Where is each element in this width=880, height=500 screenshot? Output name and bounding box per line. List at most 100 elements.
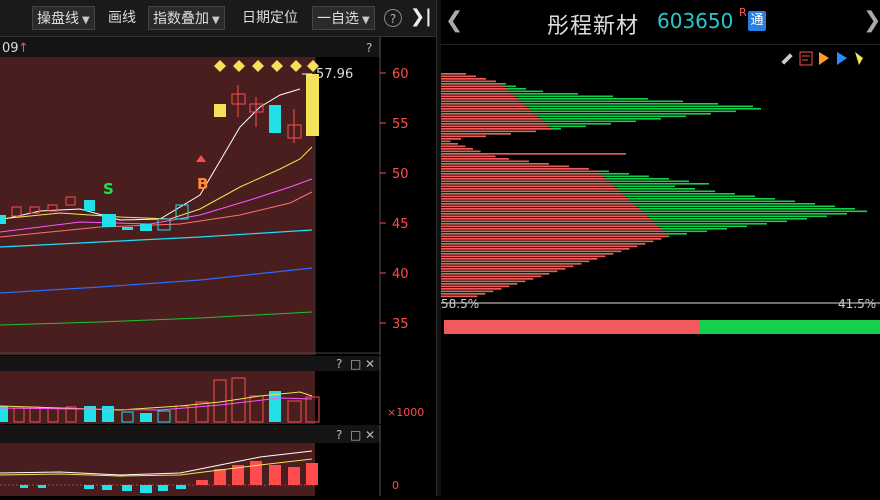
chip-bar — [441, 255, 606, 258]
chip-bar — [441, 173, 601, 175]
candle — [269, 105, 281, 133]
next-stock-icon[interactable]: ❯ — [863, 8, 880, 33]
chip-bar — [441, 218, 651, 220]
chip-bar — [441, 118, 541, 120]
chip-bar — [441, 243, 646, 245]
up-arrow-icon: ↑ — [18, 41, 29, 56]
connect-badge: 通 — [748, 11, 766, 31]
chip-bar — [441, 83, 502, 85]
chart-background — [0, 57, 315, 355]
loss-ratio-fill — [699, 320, 880, 334]
yaxis-tick: 55 — [392, 117, 409, 132]
chip-bar — [441, 183, 612, 185]
stock-header: ❮ 彤程新材 603650 R 通 ❯ — [441, 0, 880, 45]
chip-bar — [441, 170, 599, 173]
chip-bar — [441, 208, 640, 210]
chip-bar — [441, 290, 494, 293]
axis-zero-label: 0 — [392, 479, 399, 492]
chip-bar — [441, 150, 481, 153]
sell-signal: S — [103, 180, 114, 198]
chip-bar — [441, 213, 645, 215]
panel-help-icon[interactable]: ? — [336, 357, 342, 371]
chip-bar — [441, 133, 511, 135]
drawline-dropdown[interactable]: 操盘线 ▼ — [32, 6, 95, 30]
chip-bar — [441, 293, 486, 295]
chip-bar — [441, 275, 542, 278]
chip-bar — [441, 190, 621, 193]
chip-bar — [441, 200, 632, 203]
chip-bar — [441, 138, 461, 140]
chip-bar — [441, 85, 505, 88]
chevron-down-icon: ▼ — [362, 15, 370, 26]
chip-bar — [441, 145, 466, 148]
help-icon[interactable]: ? — [384, 9, 402, 27]
chip-bar — [441, 198, 629, 200]
yaxis-tick: 50 — [392, 167, 409, 182]
date-locate-button[interactable]: 日期定位 — [238, 6, 302, 30]
chip-bar — [441, 108, 530, 110]
chip-bar — [441, 105, 527, 108]
overlay-dropdown[interactable]: 指数叠加 ▼ — [148, 6, 225, 30]
chip-bar — [441, 238, 662, 240]
candle — [84, 200, 95, 211]
chip-bar — [441, 225, 659, 228]
chip-bar — [441, 270, 558, 273]
chip-bar — [441, 140, 451, 143]
flag-yellow-icon[interactable] — [855, 52, 863, 65]
candle — [214, 104, 226, 117]
close-icon[interactable]: ✕ — [365, 357, 375, 371]
chip-toolbar[interactable] — [781, 51, 863, 66]
chip-bar — [441, 80, 496, 83]
chip-bar — [441, 233, 667, 235]
chip-bar — [441, 128, 552, 130]
volume-panel[interactable]: ? □ ✕ ×1000 — [0, 356, 436, 424]
panel-header — [0, 356, 380, 371]
maximize-icon[interactable]: □ — [350, 428, 361, 442]
chip-bar — [441, 135, 486, 138]
chip-bar — [441, 178, 607, 180]
stock-code: 603650 — [657, 9, 734, 33]
chart-toolbar: 操盘线 ▼ 画线 指数叠加 ▼ 日期定位 一自选 ▼ ? ❯| — [0, 0, 436, 37]
chip-bar — [441, 100, 522, 103]
flag-blue-icon[interactable] — [837, 52, 847, 65]
watchlist-label: 一自选 — [317, 11, 359, 27]
chip-bar — [441, 253, 614, 255]
drawline-label: 操盘线 — [37, 11, 79, 27]
chip-bar — [441, 220, 654, 223]
chart-header-bar — [0, 37, 380, 57]
chip-bar — [441, 288, 502, 290]
chip-bar — [441, 168, 589, 170]
chip-bar — [441, 263, 582, 265]
candle — [306, 74, 319, 136]
buy-signal: B — [197, 175, 208, 193]
chip-bars — [441, 73, 867, 298]
panel-header — [0, 425, 380, 443]
panel-help-icon[interactable]: ? — [336, 428, 342, 442]
chip-bar — [441, 113, 535, 115]
yaxis-tick-marks — [380, 72, 386, 324]
maximize-icon[interactable]: □ — [350, 357, 361, 371]
panel-background — [0, 443, 315, 496]
close-icon[interactable]: ✕ — [365, 428, 375, 442]
chip-bar — [441, 88, 508, 90]
draw-button[interactable]: 画线 — [104, 6, 140, 30]
chip-mode-icon[interactable] — [799, 51, 813, 66]
kline-chart[interactable]: 57.96 B S 09 ↑ ? 60 55 50 45 40 35 — [0, 37, 436, 355]
candle — [0, 215, 6, 224]
chip-bar — [441, 155, 496, 158]
profit-ratio-fill — [444, 320, 700, 334]
flag-icon[interactable] — [819, 52, 829, 65]
chip-bar — [441, 165, 569, 168]
overlay-label: 指数叠加 — [153, 11, 209, 27]
pencil-icon[interactable] — [781, 53, 793, 65]
chip-bar — [441, 285, 510, 288]
chip-bar — [441, 245, 638, 248]
chip-bar — [441, 258, 598, 260]
chart-help-icon[interactable]: ? — [366, 41, 372, 55]
collapse-panel-icon[interactable]: ❯| — [410, 6, 432, 27]
chip-svg — [441, 51, 880, 304]
prev-stock-icon[interactable]: ❮ — [445, 8, 463, 33]
indicator-panel[interactable]: ? □ ✕ 0 — [0, 425, 436, 496]
watchlist-dropdown[interactable]: 一自选 ▼ — [312, 6, 375, 30]
chip-bar — [441, 90, 511, 93]
